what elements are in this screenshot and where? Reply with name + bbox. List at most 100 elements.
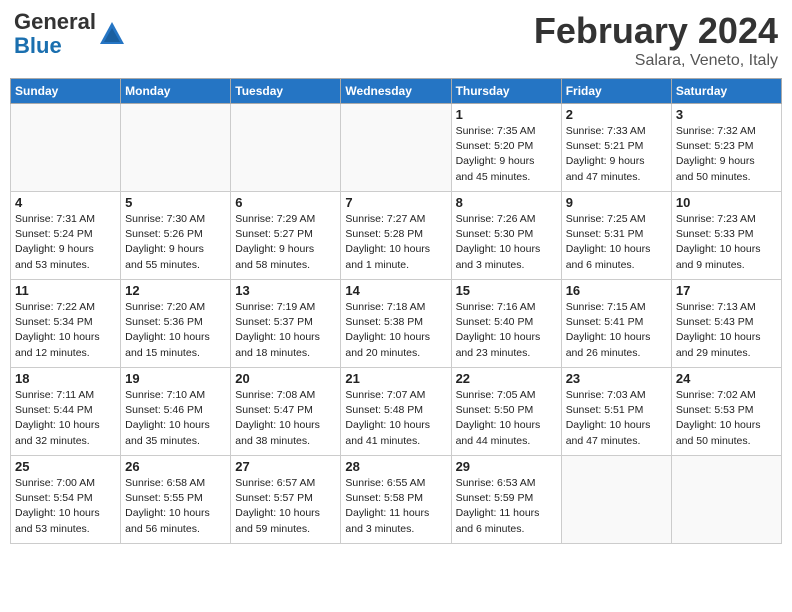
logo-general: General [14, 9, 96, 34]
day-number: 7 [345, 195, 446, 210]
calendar-cell: 7 Sunrise: 7:27 AM Sunset: 5:28 PM Daylig… [341, 192, 451, 280]
day-number: 14 [345, 283, 446, 298]
day-number: 5 [125, 195, 226, 210]
calendar-cell: 24Sunrise: 7:02 AM Sunset: 5:53 PM Dayli… [671, 368, 781, 456]
day-info: Sunrise: 7:13 AM Sunset: 5:43 PM Dayligh… [676, 300, 777, 361]
calendar-week-row: 4Sunrise: 7:31 AM Sunset: 5:24 PM Daylig… [11, 192, 782, 280]
calendar-cell: 6 Sunrise: 7:29 AM Sunset: 5:27 PM Daylig… [231, 192, 341, 280]
day-number: 15 [456, 283, 557, 298]
day-info: Sunrise: 7:16 AM Sunset: 5:40 PM Dayligh… [456, 300, 557, 361]
calendar-cell: 4Sunrise: 7:31 AM Sunset: 5:24 PM Daylig… [11, 192, 121, 280]
calendar-cell: 15 Sunrise: 7:16 AM Sunset: 5:40 PM Dayli… [451, 280, 561, 368]
calendar-cell: 23 Sunrise: 7:03 AM Sunset: 5:51 PM Dayli… [561, 368, 671, 456]
calendar-cell [231, 104, 341, 192]
calendar-cell: 3Sunrise: 7:32 AM Sunset: 5:23 PM Daylig… [671, 104, 781, 192]
day-number: 18 [15, 371, 116, 386]
calendar-cell: 29 Sunrise: 6:53 AM Sunset: 5:59 PM Dayli… [451, 456, 561, 544]
logo: General Blue [14, 10, 126, 58]
weekday-header-row: SundayMondayTuesdayWednesdayThursdayFrid… [11, 79, 782, 104]
calendar-cell [561, 456, 671, 544]
day-number: 6 [235, 195, 336, 210]
day-info: Sunrise: 7:30 AM Sunset: 5:26 PM Dayligh… [125, 212, 226, 273]
day-info: Sunrise: 7:20 AM Sunset: 5:36 PM Dayligh… [125, 300, 226, 361]
day-number: 10 [676, 195, 777, 210]
calendar-cell: 12 Sunrise: 7:20 AM Sunset: 5:36 PM Dayli… [121, 280, 231, 368]
day-number: 8 [456, 195, 557, 210]
day-number: 4 [15, 195, 116, 210]
calendar-cell: 19Sunrise: 7:10 AM Sunset: 5:46 PM Dayli… [121, 368, 231, 456]
day-info: Sunrise: 7:22 AM Sunset: 5:34 PM Dayligh… [15, 300, 116, 361]
day-info: Sunrise: 7:00 AM Sunset: 5:54 PM Dayligh… [15, 476, 116, 537]
calendar-week-row: 18Sunrise: 7:11 AM Sunset: 5:44 PM Dayli… [11, 368, 782, 456]
calendar-cell: 9 Sunrise: 7:25 AM Sunset: 5:31 PM Daylig… [561, 192, 671, 280]
calendar-cell: 2 Sunrise: 7:33 AM Sunset: 5:21 PM Daylig… [561, 104, 671, 192]
logo-icon [98, 20, 126, 48]
day-info: Sunrise: 7:23 AM Sunset: 5:33 PM Dayligh… [676, 212, 777, 273]
day-number: 1 [456, 107, 557, 122]
calendar-cell [341, 104, 451, 192]
weekday-header: Saturday [671, 79, 781, 104]
weekday-header: Sunday [11, 79, 121, 104]
page-header: General Blue February 2024 Salara, Venet… [10, 10, 782, 70]
day-number: 26 [125, 459, 226, 474]
day-info: Sunrise: 7:18 AM Sunset: 5:38 PM Dayligh… [345, 300, 446, 361]
calendar-cell: 18Sunrise: 7:11 AM Sunset: 5:44 PM Dayli… [11, 368, 121, 456]
day-info: Sunrise: 7:08 AM Sunset: 5:47 PM Dayligh… [235, 388, 336, 449]
title-block: February 2024 Salara, Veneto, Italy [534, 10, 778, 70]
day-info: Sunrise: 7:15 AM Sunset: 5:41 PM Dayligh… [566, 300, 667, 361]
calendar-cell: 27Sunrise: 6:57 AM Sunset: 5:57 PM Dayli… [231, 456, 341, 544]
day-number: 11 [15, 283, 116, 298]
day-number: 2 [566, 107, 667, 122]
calendar-cell: 10 Sunrise: 7:23 AM Sunset: 5:33 PM Dayli… [671, 192, 781, 280]
day-info: Sunrise: 7:07 AM Sunset: 5:48 PM Dayligh… [345, 388, 446, 449]
day-info: Sunrise: 7:26 AM Sunset: 5:30 PM Dayligh… [456, 212, 557, 273]
day-number: 17 [676, 283, 777, 298]
calendar-cell [671, 456, 781, 544]
day-info: Sunrise: 6:55 AM Sunset: 5:58 PM Dayligh… [345, 476, 446, 537]
day-number: 24 [676, 371, 777, 386]
calendar-week-row: 11 Sunrise: 7:22 AM Sunset: 5:34 PM Dayli… [11, 280, 782, 368]
calendar-cell: 14 Sunrise: 7:18 AM Sunset: 5:38 PM Dayli… [341, 280, 451, 368]
calendar-week-row: 1 Sunrise: 7:35 AM Sunset: 5:20 PM Daylig… [11, 104, 782, 192]
day-number: 28 [345, 459, 446, 474]
day-number: 13 [235, 283, 336, 298]
weekday-header: Friday [561, 79, 671, 104]
day-number: 25 [15, 459, 116, 474]
calendar-cell: 25 Sunrise: 7:00 AM Sunset: 5:54 PM Dayli… [11, 456, 121, 544]
calendar-cell: 8 Sunrise: 7:26 AM Sunset: 5:30 PM Daylig… [451, 192, 561, 280]
day-number: 3 [676, 107, 777, 122]
day-number: 12 [125, 283, 226, 298]
calendar-cell: 22Sunrise: 7:05 AM Sunset: 5:50 PM Dayli… [451, 368, 561, 456]
day-info: Sunrise: 7:25 AM Sunset: 5:31 PM Dayligh… [566, 212, 667, 273]
day-number: 16 [566, 283, 667, 298]
day-number: 9 [566, 195, 667, 210]
day-number: 20 [235, 371, 336, 386]
calendar-cell: 1 Sunrise: 7:35 AM Sunset: 5:20 PM Daylig… [451, 104, 561, 192]
weekday-header: Thursday [451, 79, 561, 104]
weekday-header: Monday [121, 79, 231, 104]
calendar-cell: 20 Sunrise: 7:08 AM Sunset: 5:47 PM Dayli… [231, 368, 341, 456]
day-info: Sunrise: 7:33 AM Sunset: 5:21 PM Dayligh… [566, 124, 667, 185]
calendar-cell: 28 Sunrise: 6:55 AM Sunset: 5:58 PM Dayli… [341, 456, 451, 544]
day-info: Sunrise: 7:27 AM Sunset: 5:28 PM Dayligh… [345, 212, 446, 273]
day-number: 19 [125, 371, 226, 386]
month-title: February 2024 [534, 10, 778, 52]
day-info: Sunrise: 7:19 AM Sunset: 5:37 PM Dayligh… [235, 300, 336, 361]
calendar-cell [121, 104, 231, 192]
calendar-cell: 13 Sunrise: 7:19 AM Sunset: 5:37 PM Dayli… [231, 280, 341, 368]
calendar-cell: 26Sunrise: 6:58 AM Sunset: 5:55 PM Dayli… [121, 456, 231, 544]
calendar-week-row: 25 Sunrise: 7:00 AM Sunset: 5:54 PM Dayli… [11, 456, 782, 544]
day-info: Sunrise: 7:03 AM Sunset: 5:51 PM Dayligh… [566, 388, 667, 449]
weekday-header: Tuesday [231, 79, 341, 104]
day-info: Sunrise: 6:53 AM Sunset: 5:59 PM Dayligh… [456, 476, 557, 537]
day-number: 22 [456, 371, 557, 386]
day-number: 23 [566, 371, 667, 386]
day-number: 21 [345, 371, 446, 386]
logo-blue: Blue [14, 33, 62, 58]
day-info: Sunrise: 7:35 AM Sunset: 5:20 PM Dayligh… [456, 124, 557, 185]
calendar-cell: 16 Sunrise: 7:15 AM Sunset: 5:41 PM Dayli… [561, 280, 671, 368]
day-info: Sunrise: 7:29 AM Sunset: 5:27 PM Dayligh… [235, 212, 336, 273]
day-number: 27 [235, 459, 336, 474]
weekday-header: Wednesday [341, 79, 451, 104]
day-number: 29 [456, 459, 557, 474]
